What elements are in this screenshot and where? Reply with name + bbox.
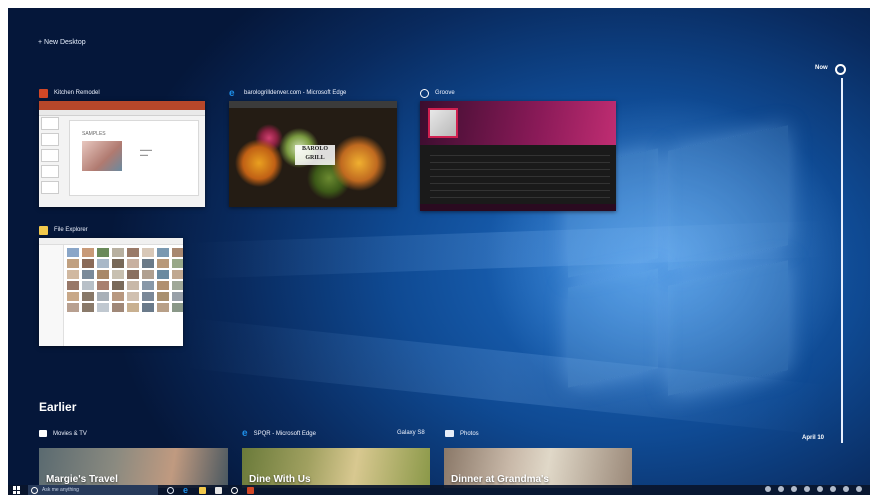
window-title: Kitchen Remodel [54, 90, 100, 96]
window-title: Groove [435, 90, 455, 96]
task-view-icon[interactable] [167, 486, 174, 494]
folder-icon [39, 225, 48, 235]
tray-icon[interactable] [804, 486, 810, 492]
window-thumbnail[interactable]: SAMPLES ▬▬▬ ▬▬ [39, 101, 205, 207]
edge-icon: e [229, 87, 235, 99]
timeline-view: + New Desktop Kitchen Remodel SAMPLES ▬▬… [8, 8, 870, 495]
timeline-scrollbar[interactable] [841, 78, 843, 443]
new-desktop-button[interactable]: + New Desktop [38, 39, 86, 46]
window-thumbnail[interactable]: BAROLO GRILL [229, 101, 397, 207]
taskbar: Ask me anything e [8, 485, 870, 495]
folder-icon[interactable] [199, 486, 206, 494]
search-box[interactable]: Ask me anything [28, 485, 158, 495]
powerpoint-icon[interactable] [247, 486, 254, 494]
player-bar [420, 204, 616, 211]
navigation-pane [39, 245, 64, 346]
card-header: e SPQR - Microsoft Edge [242, 428, 316, 439]
window-kitchen-remodel[interactable]: Kitchen Remodel SAMPLES ▬▬▬ ▬▬ [39, 87, 205, 207]
timeline-now-label: Now [815, 65, 828, 71]
activity-card-movies[interactable]: Margie's Travel [39, 448, 228, 488]
window-edge-barolo[interactable]: e barologrilldenver.com - Microsoft Edge… [229, 87, 397, 207]
tray-icon[interactable] [817, 486, 823, 492]
logo-pane [668, 260, 788, 396]
window-file-explorer[interactable]: File Explorer [39, 224, 183, 346]
card-app-name: Movies & TV [53, 430, 87, 437]
activity-card-edge[interactable]: Dine With Us [242, 448, 430, 488]
earlier-heading: Earlier [39, 400, 77, 414]
activity-card-photos[interactable]: Dinner at Grandma's [444, 448, 632, 488]
device-name: Galaxy S8 [397, 430, 425, 436]
card-header: Movies & TV [39, 430, 87, 437]
timeline-handle[interactable] [835, 64, 846, 75]
movies-tv-icon [39, 430, 47, 437]
card-caption: Margie's Travel [46, 474, 118, 485]
timeline-date-label: April 10 [802, 435, 825, 441]
tray-icon[interactable] [765, 486, 771, 492]
slide-title: SAMPLES [82, 131, 106, 137]
logo-pane [568, 268, 658, 388]
card-header: Photos [445, 430, 479, 437]
groove-icon[interactable] [231, 486, 238, 494]
edge-icon[interactable]: e [183, 485, 190, 494]
logo-pane [668, 125, 788, 271]
window-thumbnail[interactable] [420, 101, 616, 211]
edge-icon: e [242, 428, 248, 439]
new-desktop-label: + New Desktop [38, 39, 86, 46]
tray-icon[interactable] [830, 486, 836, 492]
window-title: File Explorer [54, 227, 88, 233]
card-app-name: Photos [460, 430, 479, 437]
card-device-label: Galaxy S8 [397, 430, 425, 436]
tray-icon[interactable] [856, 486, 862, 492]
store-icon[interactable] [215, 486, 222, 494]
tray-icon[interactable] [791, 486, 797, 492]
window-thumbnail[interactable] [39, 238, 183, 346]
photos-icon [445, 430, 454, 437]
card-caption: Dinner at Grandma's [451, 474, 549, 485]
cortana-icon [31, 486, 38, 494]
powerpoint-icon [39, 88, 48, 98]
system-tray [765, 486, 862, 492]
groove-icon [420, 88, 429, 98]
window-groove[interactable]: Groove [420, 87, 616, 211]
start-button[interactable] [13, 486, 21, 494]
search-placeholder: Ask me anything [42, 487, 79, 493]
restaurant-logo: BAROLO GRILL [295, 145, 335, 165]
tray-icon[interactable] [778, 486, 784, 492]
card-caption: Dine With Us [249, 474, 311, 485]
slide-image [82, 141, 122, 171]
tray-icon[interactable] [843, 486, 849, 492]
card-app-name: SPQR - Microsoft Edge [253, 431, 316, 437]
slide-text: ▬▬▬ ▬▬ [140, 147, 152, 157]
photo-grid [67, 248, 183, 312]
slide-preview: SAMPLES ▬▬▬ ▬▬ [69, 120, 199, 196]
album-art [428, 108, 458, 138]
window-title: barologrilldenver.com - Microsoft Edge [244, 90, 347, 96]
